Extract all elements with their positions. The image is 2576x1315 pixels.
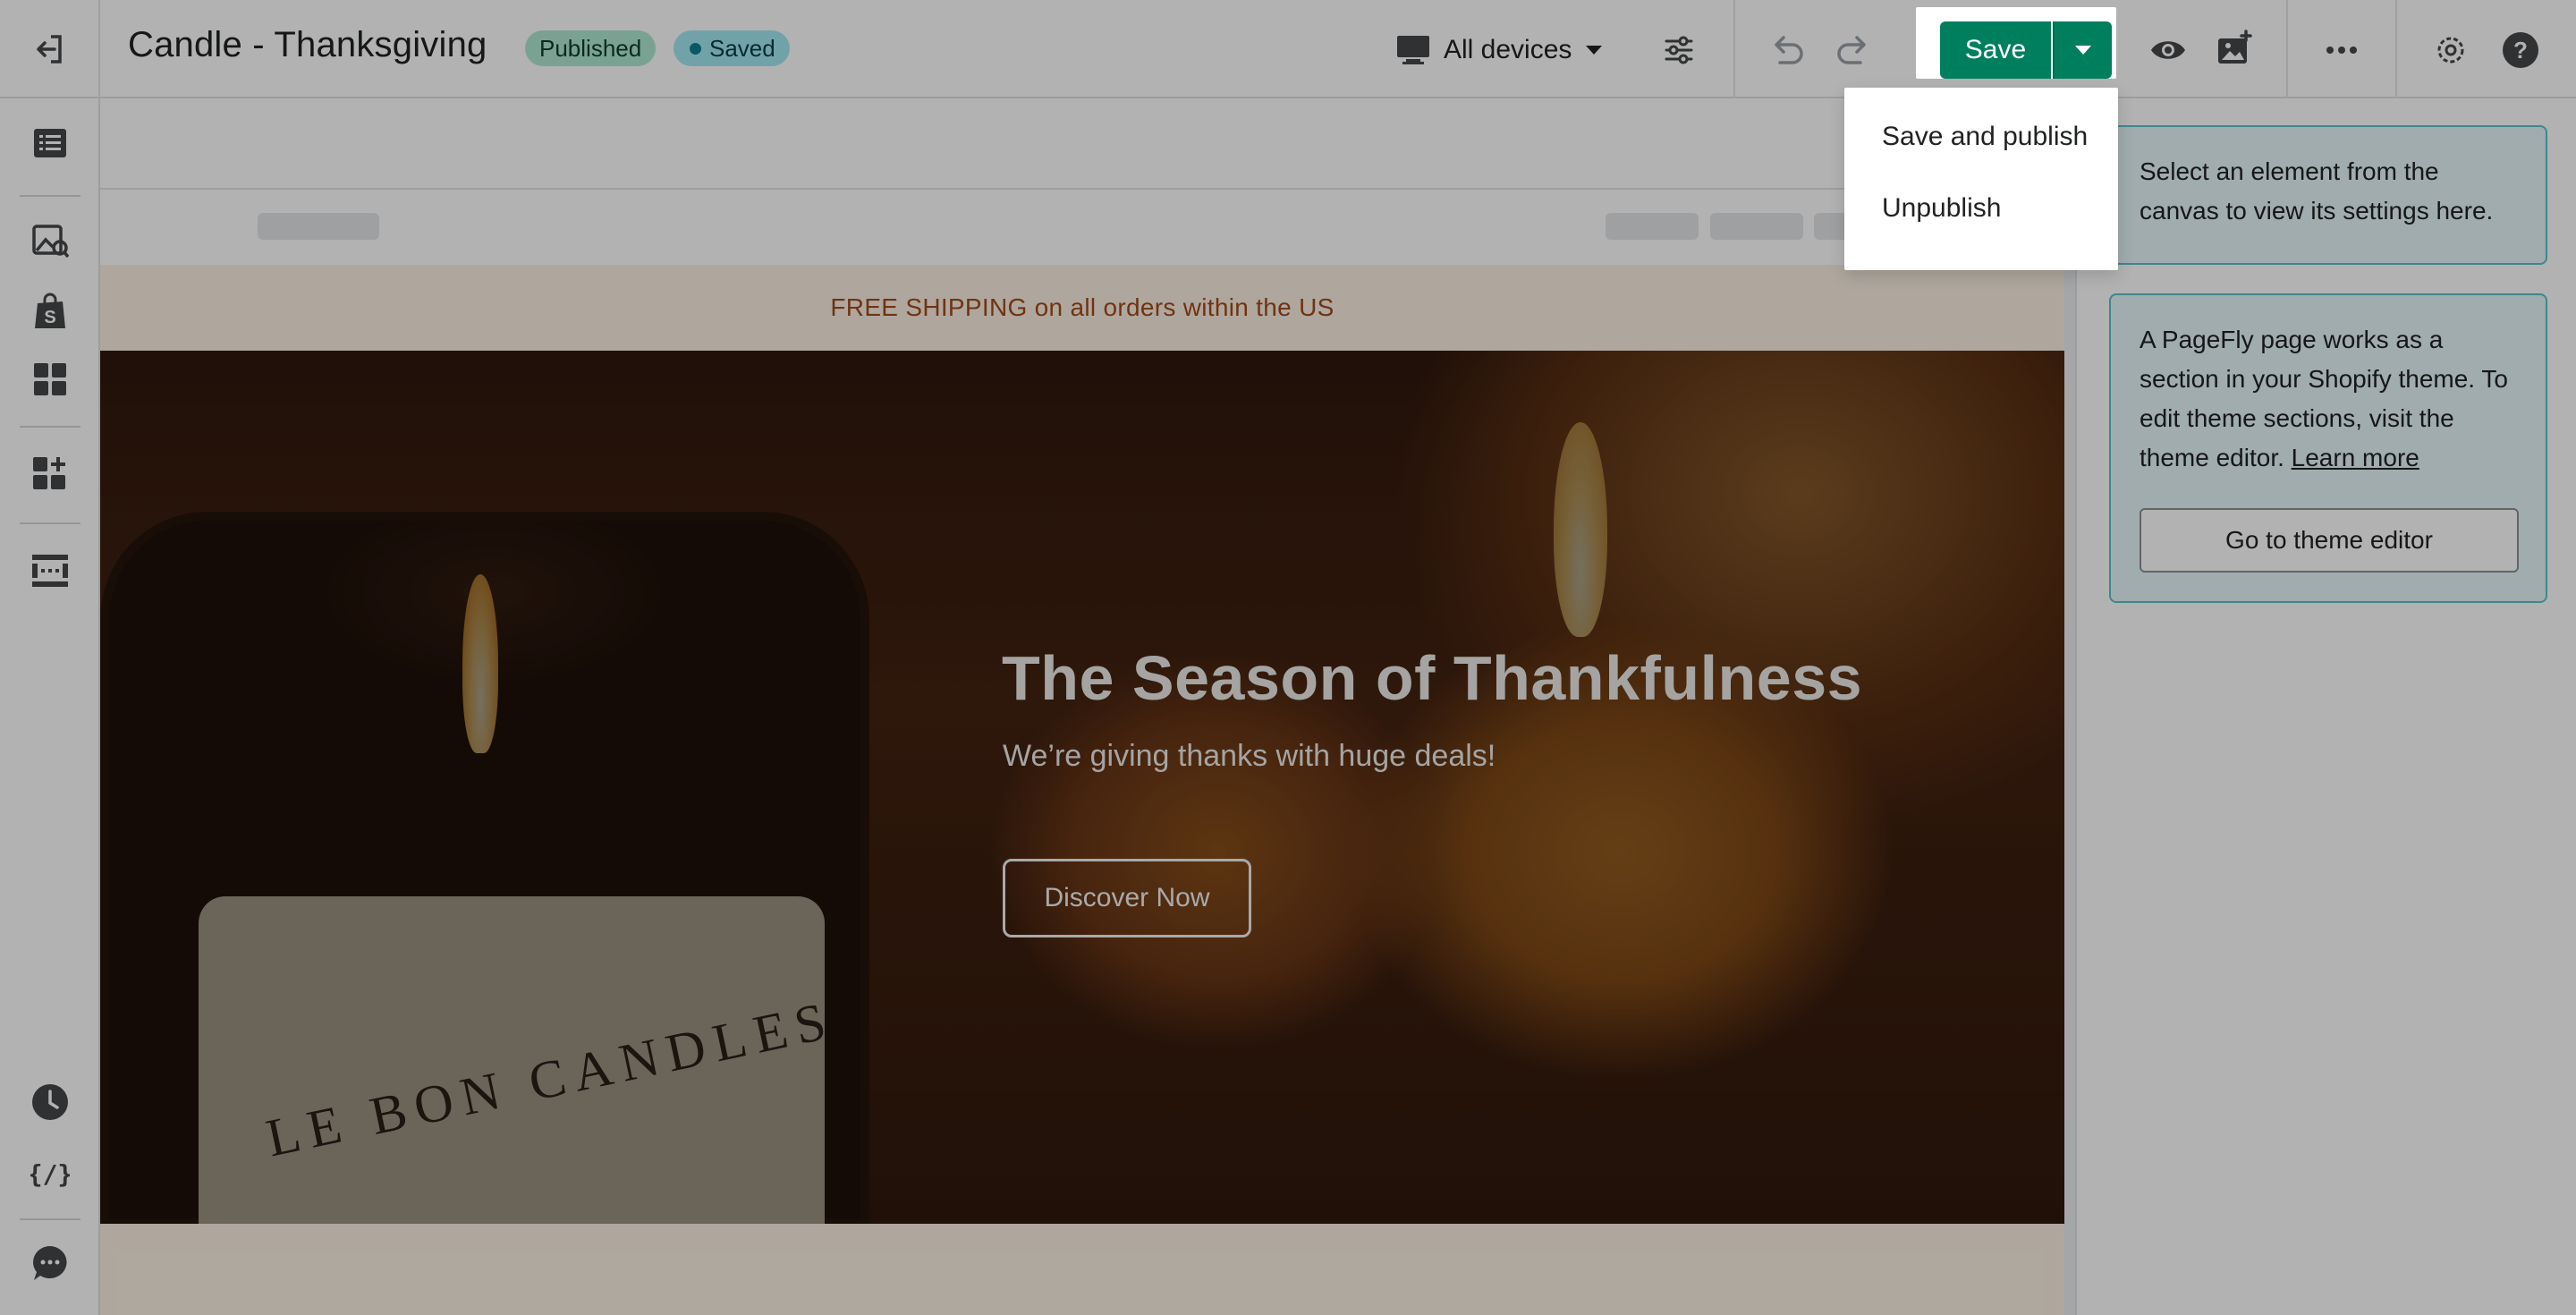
caret-down-icon [2075, 46, 2091, 55]
save-options-menu: Save and publish Unpublish [1844, 88, 2118, 270]
menu-item-save-and-publish[interactable]: Save and publish [1882, 122, 2088, 152]
save-button[interactable]: Save [1940, 21, 2051, 79]
save-options-button[interactable] [2053, 21, 2112, 79]
menu-item-unpublish[interactable]: Unpublish [1882, 193, 2001, 224]
modal-dim-overlay[interactable] [0, 0, 2576, 1315]
